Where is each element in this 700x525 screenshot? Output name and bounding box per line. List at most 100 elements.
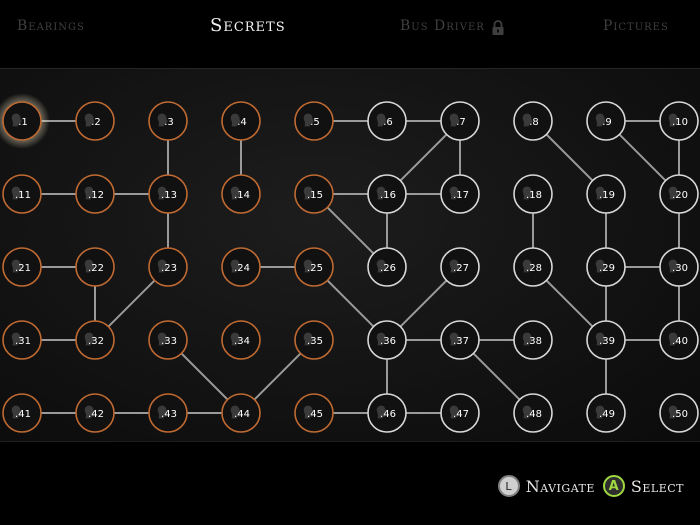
secret-node[interactable]: .46 xyxy=(367,393,407,433)
node-label: .11 xyxy=(15,190,31,201)
secret-node[interactable]: .25 xyxy=(294,247,334,287)
a-button-icon: A xyxy=(602,475,625,497)
secret-node[interactable]: .16 xyxy=(367,174,407,214)
secret-node[interactable]: .31 xyxy=(2,320,42,360)
tab-bus-driver[interactable]: Bus Driver xyxy=(400,18,485,34)
secret-node[interactable]: .23 xyxy=(148,247,188,287)
node-label: .18 xyxy=(526,190,542,201)
secret-node[interactable]: .5 xyxy=(294,101,334,141)
secret-node[interactable]: .37 xyxy=(440,320,480,360)
node-label: .19 xyxy=(599,190,615,201)
secret-node[interactable]: .38 xyxy=(513,320,553,360)
node-label: .47 xyxy=(453,409,469,420)
node-label: .32 xyxy=(88,336,104,347)
secret-node[interactable]: .9 xyxy=(586,101,626,141)
secret-node[interactable]: .19 xyxy=(586,174,626,214)
node-link xyxy=(399,133,448,182)
secret-node[interactable]: .49 xyxy=(586,393,626,433)
node-label: .41 xyxy=(15,409,31,420)
secret-node[interactable]: .50 xyxy=(659,393,699,433)
secret-node[interactable]: .34 xyxy=(221,320,261,360)
node-label: .38 xyxy=(526,336,542,347)
secret-node[interactable]: .15 xyxy=(294,174,334,214)
node-label: .48 xyxy=(526,409,542,420)
secret-node[interactable]: .26 xyxy=(367,247,407,287)
node-label: .2 xyxy=(91,117,101,128)
secret-node[interactable]: .43 xyxy=(148,393,188,433)
tab-pictures[interactable]: Pictures xyxy=(603,18,669,34)
secret-node[interactable]: .41 xyxy=(2,393,42,433)
secret-node[interactable]: .40 xyxy=(659,320,699,360)
secrets-board: .1 .2 .3 .4 .5 .6 .7 .8 .9 .10 .11 .12 .13 .14 .15 .16.… xyxy=(0,68,700,442)
secret-node[interactable]: .45 xyxy=(294,393,334,433)
secret-node[interactable]: .7 xyxy=(440,101,480,141)
secret-node[interactable]: .22 xyxy=(75,247,115,287)
node-label: .4 xyxy=(237,117,247,128)
secret-node[interactable]: .1 xyxy=(0,93,50,149)
secret-node[interactable]: .10 xyxy=(659,101,699,141)
secret-node[interactable]: .35 xyxy=(294,320,334,360)
node-link xyxy=(107,279,156,328)
secrets-node-graph: .1 .2 .3 .4 .5 .6 .7 .8 .9 .10 .11 .12 .13 .14 .15 .16.… xyxy=(0,93,699,433)
secret-node[interactable]: .42 xyxy=(75,393,115,433)
secret-node[interactable]: .20 xyxy=(659,174,699,214)
node-link xyxy=(253,352,302,401)
secret-node[interactable]: .14 xyxy=(221,174,261,214)
secret-node[interactable]: .48 xyxy=(513,393,553,433)
node-label: .35 xyxy=(307,336,323,347)
node-link xyxy=(180,352,229,401)
secret-node[interactable]: .21 xyxy=(2,247,42,287)
node-label: .13 xyxy=(161,190,177,201)
node-label: .34 xyxy=(234,336,250,347)
node-label: .23 xyxy=(161,263,177,274)
secret-node[interactable]: .2 xyxy=(75,101,115,141)
node-label: .6 xyxy=(383,117,393,128)
node-label: .36 xyxy=(380,336,396,347)
secret-node[interactable]: .44 xyxy=(221,393,261,433)
node-label: .24 xyxy=(234,263,250,274)
node-label: .49 xyxy=(599,409,615,420)
secret-node[interactable]: .30 xyxy=(659,247,699,287)
node-link xyxy=(618,133,667,182)
node-label: .5 xyxy=(310,117,320,128)
secret-node[interactable]: .28 xyxy=(513,247,553,287)
tab-bearings[interactable]: Bearings xyxy=(17,18,85,34)
secret-node[interactable]: .8 xyxy=(513,101,553,141)
navigate-prompt-label: Navigate xyxy=(525,476,595,496)
secret-node[interactable]: .12 xyxy=(75,174,115,214)
node-label: .33 xyxy=(161,336,177,347)
node-label: .20 xyxy=(672,190,688,201)
secret-node[interactable]: .18 xyxy=(513,174,553,214)
secret-node[interactable]: .32 xyxy=(75,320,115,360)
node-label: .28 xyxy=(526,263,542,274)
secret-node[interactable]: .39 xyxy=(586,320,626,360)
tab-secrets[interactable]: Secrets xyxy=(210,15,286,36)
secret-node[interactable]: .3 xyxy=(148,101,188,141)
secret-node[interactable]: .17 xyxy=(440,174,480,214)
node-link xyxy=(472,352,521,401)
node-label: .1 xyxy=(18,117,28,128)
node-link xyxy=(326,206,375,255)
secret-node[interactable]: .29 xyxy=(586,247,626,287)
secret-node[interactable]: .11 xyxy=(2,174,42,214)
node-label: .39 xyxy=(599,336,615,347)
secret-node[interactable]: .24 xyxy=(221,247,261,287)
secret-node[interactable]: .4 xyxy=(221,101,261,141)
node-label: .37 xyxy=(453,336,469,347)
secret-node[interactable]: .36 xyxy=(367,320,407,360)
secret-node[interactable]: .27 xyxy=(440,247,480,287)
node-label: .16 xyxy=(380,190,396,201)
node-label: .22 xyxy=(88,263,104,274)
secret-node[interactable]: .6 xyxy=(367,101,407,141)
select-prompt-label: Select xyxy=(630,476,684,496)
node-label: .43 xyxy=(161,409,177,420)
secret-node[interactable]: .13 xyxy=(148,174,188,214)
node-label: .15 xyxy=(307,190,323,201)
secret-node[interactable]: .33 xyxy=(148,320,188,360)
node-label: .45 xyxy=(307,409,323,420)
node-link xyxy=(545,133,594,182)
secret-node[interactable]: .47 xyxy=(440,393,480,433)
node-link xyxy=(399,279,448,328)
node-label: .7 xyxy=(456,117,466,128)
node-label: .12 xyxy=(88,190,104,201)
